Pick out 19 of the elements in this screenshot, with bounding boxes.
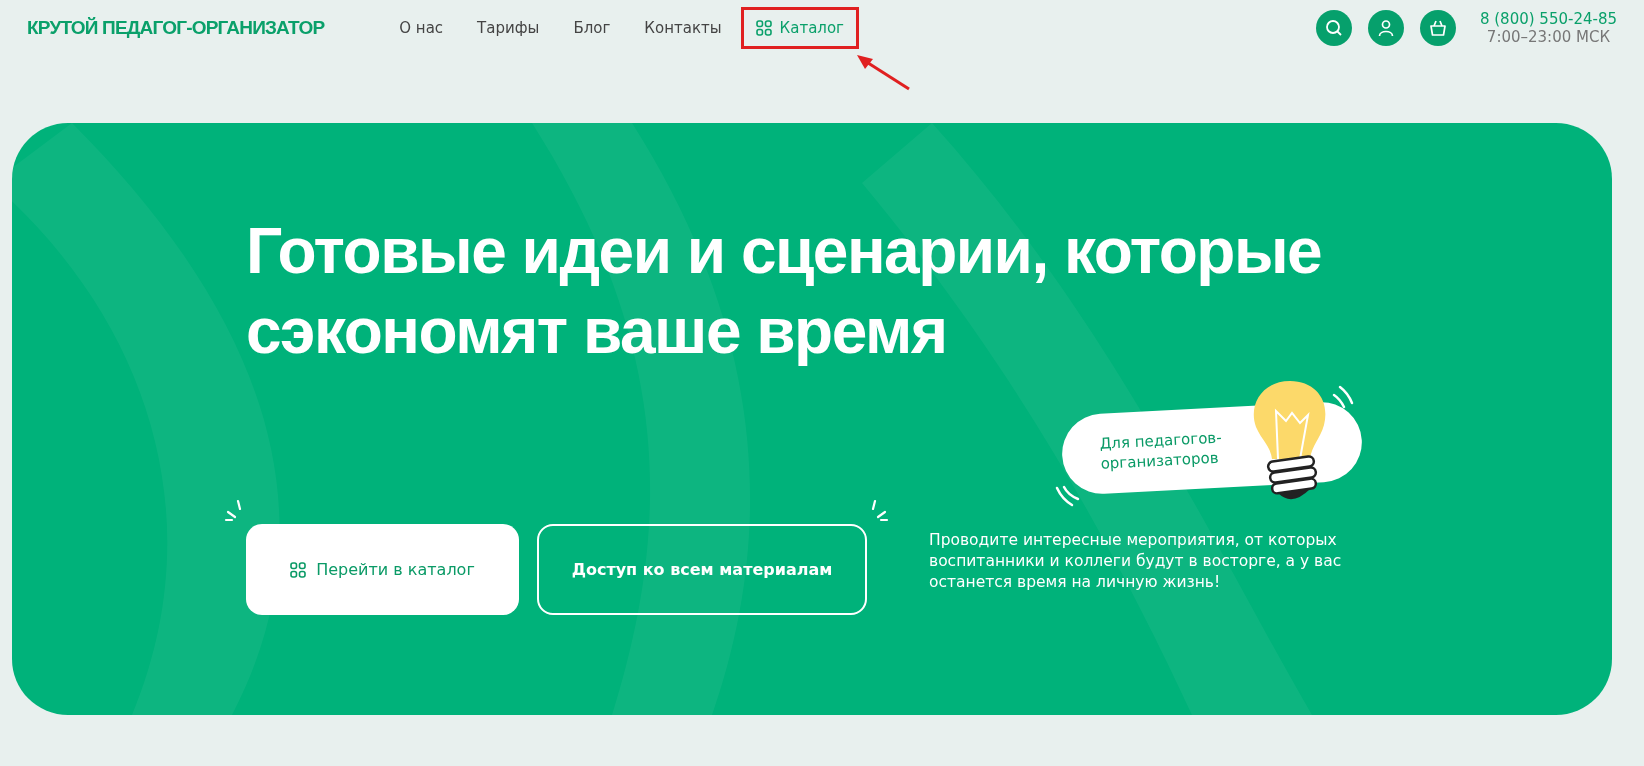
nav-link[interactable]: Блог: [558, 7, 626, 49]
grid-icon: [755, 20, 772, 36]
nav-link[interactable]: Каталог: [740, 7, 859, 49]
cart-button[interactable]: [1419, 10, 1456, 46]
search-button[interactable]: [1315, 10, 1352, 46]
hero-title: Готовые идеи и сценарии, которые сэкономят ваше время: [246, 214, 1322, 369]
nav-link[interactable]: Контакты: [629, 7, 737, 49]
hero-description: Проводите интересные мероприятия, от которых воспитанники и коллеги будут в восторге, а у вас останется время на личную жизнь!: [929, 530, 1343, 593]
nav-link[interactable]: О нас: [384, 7, 459, 49]
account-button[interactable]: [1367, 10, 1404, 46]
search-icon: [1323, 18, 1344, 38]
nav-link[interactable]: Тарифы: [462, 7, 555, 49]
basket-icon: [1427, 18, 1448, 38]
access-button[interactable]: Доступ ко всем материалам: [537, 524, 867, 615]
catalog-button[interactable]: Перейти в каталог: [246, 524, 519, 615]
site-logo[interactable]: КРУТОЙ ПЕДАГОГ-ОРГАНИЗАТОР: [27, 17, 325, 39]
grid-icon: [290, 561, 307, 578]
phone-link[interactable]: 8 (800) 550-24-85: [1479, 10, 1617, 28]
working-hours: 7:00–23:00 МСК: [1486, 28, 1611, 46]
